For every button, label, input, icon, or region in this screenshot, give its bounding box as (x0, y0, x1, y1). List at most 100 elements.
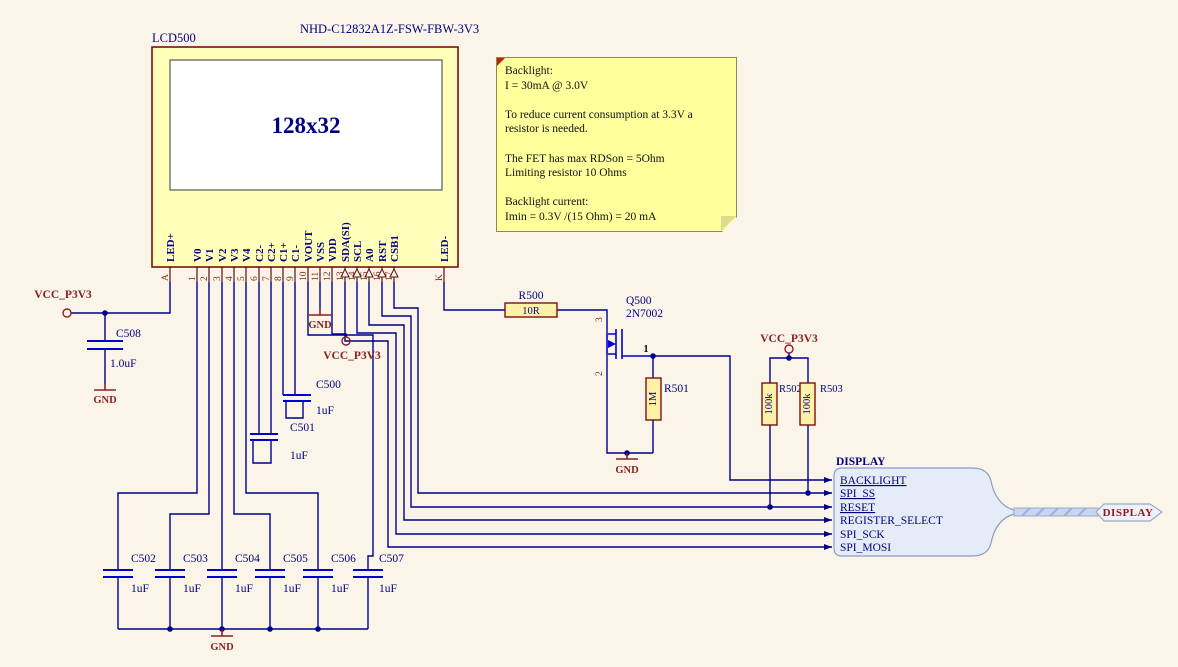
value: 100k (764, 393, 775, 415)
pin-name: LED+ (165, 233, 177, 262)
net-label-vcc: VCC_P3V3 (323, 350, 381, 362)
pin-name: VSS (315, 242, 327, 262)
net-label-vcc: VCC_P3V3 (34, 289, 92, 301)
value: 1uF (183, 583, 201, 595)
capacitor-c507[interactable] (353, 570, 383, 577)
pin-number: 16 (373, 271, 383, 281)
pin-number: 11 (311, 272, 321, 281)
note-line: Backlight current: (505, 195, 728, 210)
pin-number-drain: 3 (595, 317, 605, 322)
pin-name: A0 (364, 248, 376, 262)
designator: C506 (331, 553, 356, 565)
designator: C508 (116, 328, 141, 340)
designator: C507 (379, 553, 404, 565)
pin-number: 6 (250, 276, 260, 281)
designator: C502 (131, 553, 156, 565)
capacitor-c508[interactable] (87, 341, 123, 349)
pin-number: A (161, 274, 171, 281)
pin-number: 3 (213, 276, 223, 281)
net-label-vcc: VCC_P3V3 (760, 333, 818, 345)
pin-number: 12 (323, 271, 333, 281)
capacitor-symbols[interactable] (87, 341, 383, 577)
pin-name: SCL (352, 241, 364, 262)
power-ports[interactable]: VCC_P3V3 VCC_P3V3 VCC_P3V3 GND GND GND G… (34, 289, 818, 653)
value: 1uF (235, 583, 253, 595)
pin-name: V3 (229, 248, 241, 262)
net-label-gnd: GND (308, 320, 332, 331)
value: 1uF (131, 583, 149, 595)
capacitor-c505[interactable] (255, 570, 285, 577)
pin-name: C2- (254, 245, 266, 262)
mosfet-arrow-icon (608, 340, 616, 348)
capacitor-c502[interactable] (103, 570, 133, 577)
pin-name: V0 (192, 248, 204, 262)
capacitor-c506[interactable] (303, 570, 333, 577)
note-line (505, 181, 728, 196)
value: 1M (648, 391, 659, 406)
pin-name: VDD (327, 238, 339, 262)
harness-tag-label: DISPLAY (1103, 507, 1154, 519)
pin-number: K (435, 274, 445, 281)
designator: C501 (290, 422, 315, 434)
pin-number: 10 (299, 271, 309, 281)
designator: C504 (235, 553, 260, 565)
designator: C505 (283, 553, 308, 565)
designator: R503 (820, 384, 843, 395)
note-line: Limiting resistor 10 Ohms (505, 166, 728, 181)
pin-number-source: 2 (595, 371, 605, 376)
wires (71, 282, 832, 629)
part-number: 2N7002 (626, 308, 663, 320)
harness-signal-backlight[interactable]: BACKLIGHT (840, 475, 906, 487)
pin-number-gate: 1 (643, 344, 648, 355)
value: 1uF (316, 405, 334, 417)
pin-number: 17 (385, 271, 395, 281)
pin-number: 9 (286, 276, 296, 281)
note-line: Imin = 0.3V /(15 Ohm) = 20 mA (505, 210, 728, 225)
schematic-canvas: 128x32 LCD500 NHD-C12832A1Z-FSW-FBW-3V3 … (0, 0, 1178, 667)
lcd-designator[interactable]: LCD500 (152, 31, 196, 45)
pin-name: RST (377, 240, 389, 262)
pin-name: V1 (204, 249, 216, 262)
value: 1uF (283, 583, 301, 595)
harness-signal-spi-mosi[interactable]: SPI_MOSI (840, 542, 891, 554)
harness-title: DISPLAY (836, 456, 886, 468)
value: 10R (522, 306, 540, 317)
display-harness[interactable]: DISPLAY BACKLIGHT SPI_SS RESET REGISTER_… (824, 456, 1162, 556)
lcd-component[interactable]: 128x32 LCD500 NHD-C12832A1Z-FSW-FBW-3V3 … (152, 22, 479, 282)
vcc-port-icon[interactable] (63, 309, 71, 317)
pin-number: 8 (274, 276, 284, 281)
harness-signal-register-select[interactable]: REGISTER_SELECT (840, 515, 943, 527)
capacitor-c501[interactable] (250, 434, 278, 440)
harness-entry-arrow-icons (824, 477, 832, 550)
capacitor-c500[interactable] (283, 395, 311, 401)
pin-name: VOUT (303, 230, 315, 262)
pin-number: 13 (336, 271, 346, 281)
note-line: To reduce current consumption at 3.3V a (505, 108, 728, 123)
note-line (505, 93, 728, 108)
pin-name: C2+ (266, 242, 278, 262)
pin-number: 2 (200, 276, 210, 281)
pin-number: 14 (348, 271, 358, 281)
note-line (505, 137, 728, 152)
designator: R502 (779, 384, 802, 395)
value: 1uF (379, 583, 397, 595)
harness-signal-spi-ss[interactable]: SPI_SS (840, 488, 875, 500)
value: 1.0uF (110, 358, 137, 370)
designator: C500 (316, 379, 341, 391)
value: 1uF (331, 583, 349, 595)
pin-name: V4 (241, 248, 253, 262)
harness-signal-spi-sck[interactable]: SPI_SCK (840, 529, 885, 541)
sticky-note[interactable]: Backlight: I = 30mA @ 3.0V To reduce cur… (496, 57, 737, 232)
value: 100k (802, 393, 813, 415)
capacitor-c503[interactable] (155, 570, 185, 577)
net-label-gnd: GND (93, 395, 117, 406)
designator: Q500 (626, 295, 652, 307)
capacitor-c504[interactable] (207, 570, 237, 577)
pin-name: C1+ (278, 242, 290, 262)
lcd-screen-size: 128x32 (272, 113, 341, 138)
lcd-part-number[interactable]: NHD-C12832A1Z-FSW-FBW-3V3 (300, 22, 479, 36)
vcc-port-icon[interactable] (785, 345, 793, 353)
note-line: Backlight: (505, 64, 728, 79)
designator: R500 (519, 290, 544, 302)
harness-signal-reset[interactable]: RESET (840, 502, 875, 514)
